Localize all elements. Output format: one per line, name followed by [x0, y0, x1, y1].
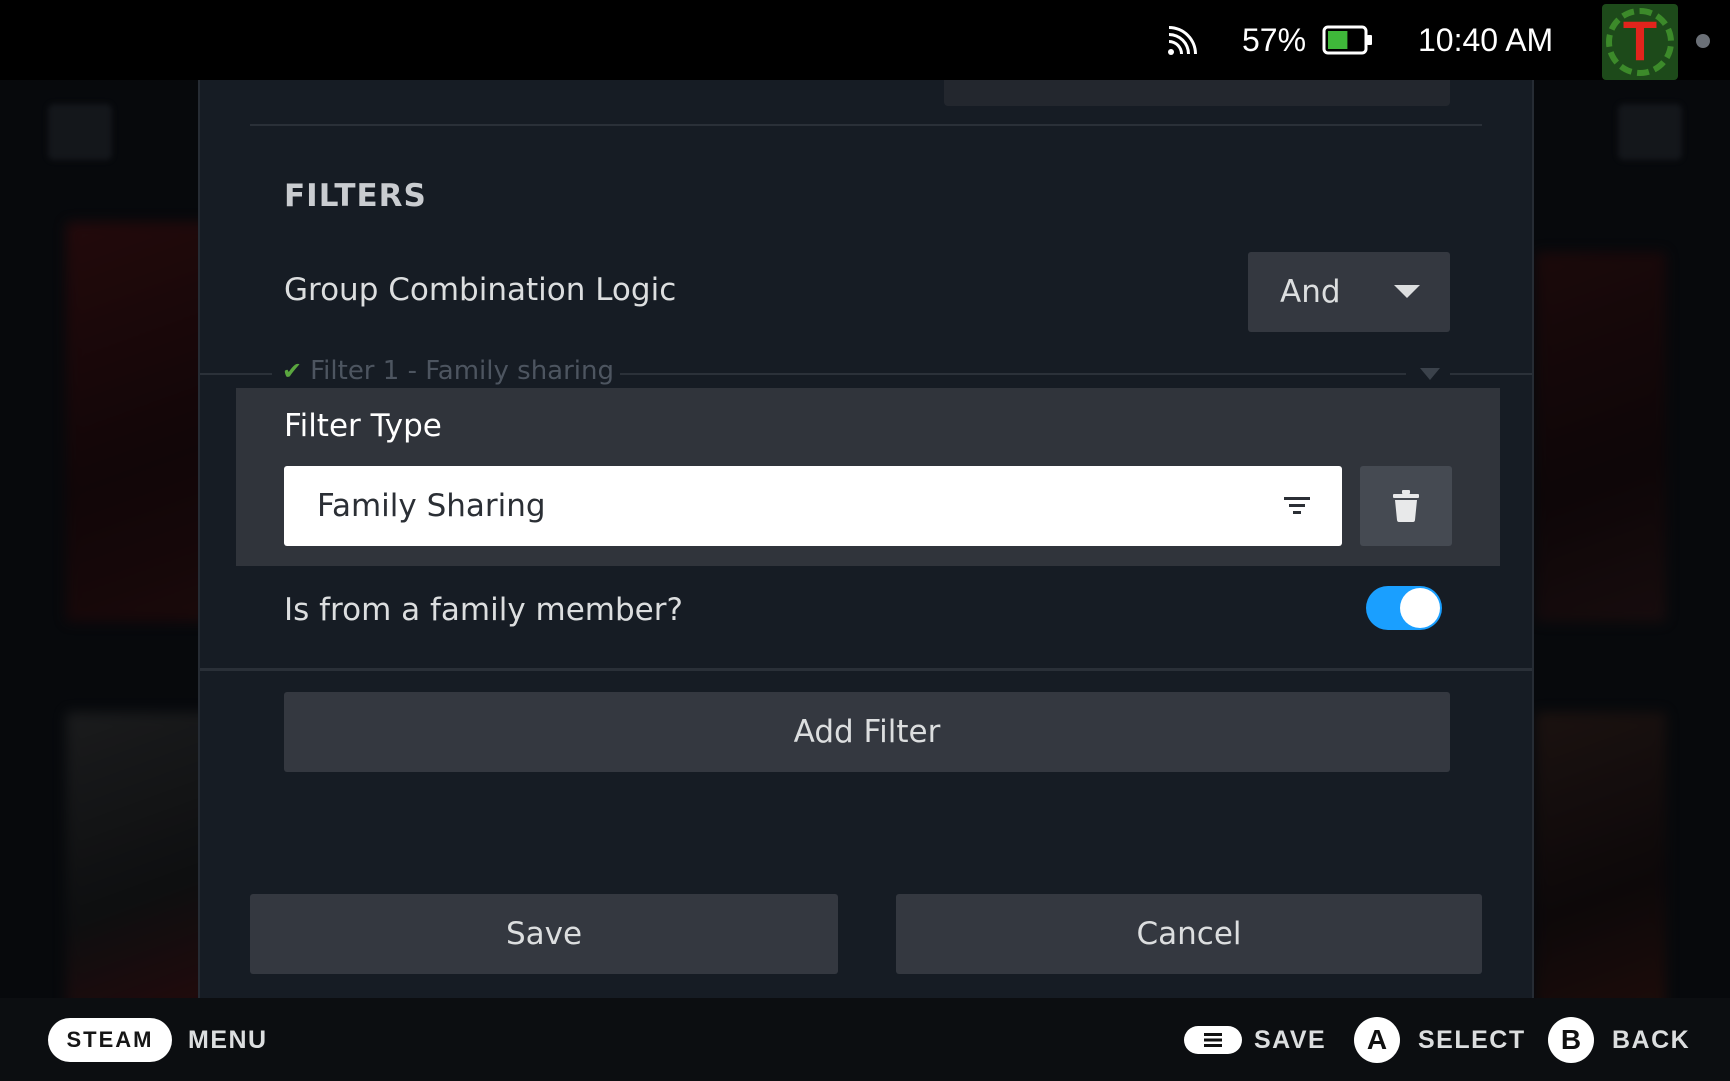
filter-panel: Filter Type Family Sharing	[236, 388, 1500, 566]
notification-dot	[1696, 34, 1710, 48]
toggle-knob	[1400, 588, 1440, 628]
divider	[250, 124, 1482, 126]
family-member-label: Is from a family member?	[284, 592, 683, 628]
menu-hint: MENU	[188, 1025, 268, 1054]
scrolled-field[interactable]	[944, 80, 1450, 106]
divider	[200, 668, 1532, 671]
cast-icon	[1166, 18, 1200, 62]
menu-button-icon	[1184, 1026, 1242, 1054]
battery-percentage: 57%	[1242, 21, 1307, 58]
background-game-cover	[1536, 712, 1666, 1012]
filter-type-value: Family Sharing	[317, 488, 546, 524]
select-hint: SELECT	[1418, 1025, 1526, 1054]
group-logic-label: Group Combination Logic	[284, 272, 677, 308]
group-logic-dropdown[interactable]: And	[1248, 252, 1450, 332]
avatar-letter: T	[1622, 9, 1658, 72]
divider	[620, 373, 1406, 375]
filter-type-label: Filter Type	[284, 408, 442, 444]
section-title: FILTERS	[284, 178, 427, 214]
background-game-cover	[66, 222, 216, 622]
divider	[200, 373, 272, 375]
filter-list-icon	[1284, 497, 1310, 514]
chevron-down-icon	[1394, 285, 1420, 298]
add-filter-button[interactable]: Add Filter	[284, 692, 1450, 772]
status-bar: 57% 10:40 AM T	[0, 0, 1730, 80]
trash-icon	[1393, 490, 1419, 522]
background-game-cover	[1536, 252, 1666, 622]
delete-filter-button[interactable]	[1360, 466, 1452, 546]
divider	[1450, 373, 1532, 375]
filter-type-select[interactable]: Family Sharing	[284, 466, 1342, 546]
background-tile	[1618, 104, 1682, 160]
avatar[interactable]: T	[1602, 4, 1678, 80]
check-icon: ✔	[282, 357, 303, 385]
filter-dialog: FILTERS Group Combination Logic And ✔ Fi…	[198, 80, 1534, 998]
b-button-icon: B	[1548, 1017, 1594, 1063]
cancel-button[interactable]: Cancel	[896, 894, 1482, 974]
filter-group-title-wrap: ✔ Filter 1 - Family sharing	[282, 356, 614, 386]
family-member-toggle[interactable]	[1366, 586, 1442, 630]
filter-group-header[interactable]: ✔ Filter 1 - Family sharing	[200, 356, 1532, 392]
a-button-icon: A	[1354, 1017, 1400, 1063]
save-hint: SAVE	[1254, 1025, 1327, 1054]
collapse-triangle-icon[interactable]	[1420, 368, 1440, 380]
steam-button[interactable]: STEAM	[48, 1018, 172, 1062]
background-tile	[48, 104, 112, 160]
group-logic-value: And	[1280, 274, 1341, 310]
save-button[interactable]: Save	[250, 894, 838, 974]
background-game-cover	[66, 712, 216, 1012]
filter-group-title: Filter 1 - Family sharing	[310, 356, 614, 386]
clock: 10:40 AM	[1418, 21, 1554, 58]
back-hint: BACK	[1612, 1025, 1691, 1054]
footer-hint-bar: STEAM MENU SAVE A SELECT B BACK	[0, 998, 1730, 1081]
battery-icon	[1322, 18, 1374, 62]
